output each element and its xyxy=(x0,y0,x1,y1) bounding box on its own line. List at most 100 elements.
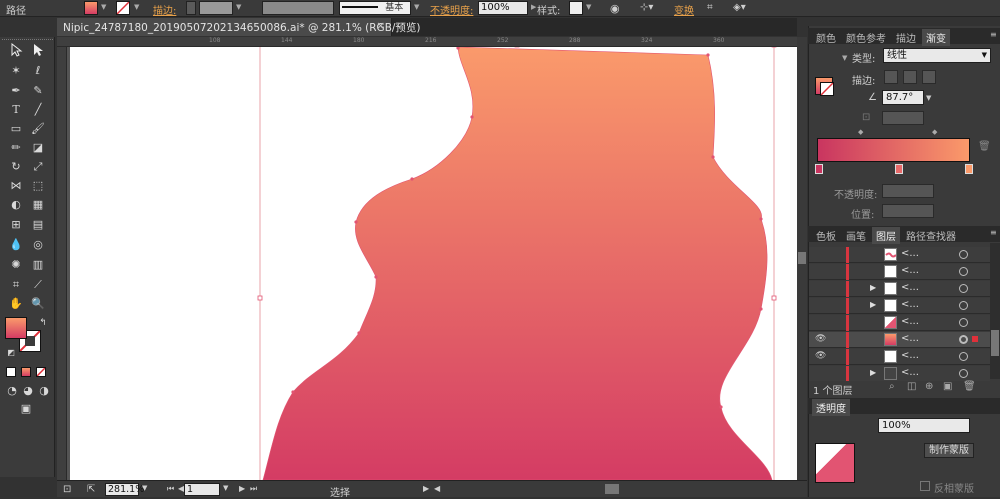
tab-transparency[interactable]: 透明度 xyxy=(812,399,850,416)
tab-brushes[interactable]: 画笔 xyxy=(842,227,870,244)
align-icon[interactable]: ⊹▾ xyxy=(640,2,653,13)
zoom-tool-icon[interactable]: 🔍 xyxy=(30,296,46,312)
gradient-stop-mid[interactable] xyxy=(895,164,903,174)
make-clip-mask-icon[interactable]: ◫ xyxy=(907,381,916,392)
panel-menu-icon[interactable]: ≡ xyxy=(986,29,1000,40)
visibility-eye-icon[interactable]: 👁 xyxy=(815,351,826,361)
export-icon[interactable]: ⇱ xyxy=(87,484,95,495)
opacity-field[interactable]: 100% xyxy=(478,1,528,15)
stroke-style-field[interactable]: 基本 xyxy=(339,1,411,15)
midpoint-diamond-icon[interactable]: ◆ xyxy=(858,128,863,136)
stroke-option-1-icon[interactable] xyxy=(884,70,898,84)
selection-indicator[interactable] xyxy=(972,336,978,342)
invert-mask-checkbox[interactable] xyxy=(920,481,930,491)
color-mode-icon[interactable] xyxy=(6,367,16,377)
tab-pathfinder[interactable]: 路径查找器 xyxy=(902,227,960,244)
stop-opacity-field[interactable] xyxy=(882,184,934,198)
perspective-grid-tool-icon[interactable]: ▦ xyxy=(30,197,46,213)
transform-link[interactable]: 变换 xyxy=(674,2,694,17)
shape-builder-tool-icon[interactable]: ◐ xyxy=(8,197,24,213)
new-layer-icon[interactable]: ▣ xyxy=(943,381,952,392)
tab-gradient[interactable]: 渐变 xyxy=(922,29,950,46)
delete-stop-icon[interactable]: 🗑 xyxy=(978,141,991,152)
slice-tool-icon[interactable]: ⟋ xyxy=(30,277,46,293)
tab-color[interactable]: 颜色 xyxy=(812,29,840,46)
target-icon[interactable] xyxy=(959,335,968,344)
gradient-stroke-swatch[interactable] xyxy=(820,82,834,96)
gradient-tool-icon[interactable]: ▤ xyxy=(30,217,46,233)
stroke-style-dropdown-icon[interactable]: ▼ xyxy=(414,3,420,13)
column-graph-tool-icon[interactable]: ▥ xyxy=(30,257,46,273)
isolate-icon[interactable]: ⌗ xyxy=(707,2,713,13)
eyedropper-tool-icon[interactable]: 💧 xyxy=(8,237,24,253)
layer-row[interactable]: 👁 <... xyxy=(809,349,990,365)
fill-color-box[interactable] xyxy=(5,317,27,339)
opacity-label[interactable]: 不透明度: xyxy=(430,2,473,17)
artboard-number-field[interactable]: 1 xyxy=(184,483,220,496)
stroke-weight-dropdown-icon[interactable]: ▼ xyxy=(236,3,242,13)
stroke-weight-field[interactable] xyxy=(199,1,233,15)
layer-name[interactable]: <... xyxy=(901,248,919,259)
target-icon[interactable] xyxy=(959,369,968,378)
scale-tool-icon[interactable]: ⤢ xyxy=(30,159,46,175)
none-mode-icon[interactable] xyxy=(36,367,46,377)
mesh-tool-icon[interactable]: ⊞ xyxy=(8,217,24,233)
gradient-stop-start[interactable] xyxy=(815,164,823,174)
graphic-style-swatch[interactable] xyxy=(569,1,583,15)
magic-wand-tool-icon[interactable]: ✶ xyxy=(8,63,24,79)
curvature-tool-icon[interactable]: ✎ xyxy=(30,83,46,99)
draw-inside-icon[interactable]: ◑ xyxy=(36,383,52,399)
stroke-option-3-icon[interactable] xyxy=(922,70,936,84)
layers-scrollbar[interactable] xyxy=(990,243,1000,379)
stop-location-field[interactable] xyxy=(882,204,934,218)
rotate-tool-icon[interactable]: ↻ xyxy=(8,159,24,175)
zoom-field[interactable]: 281.1% xyxy=(105,483,144,496)
tab-swatches[interactable]: 色板 xyxy=(812,227,840,244)
artboard-nav-icon[interactable]: ⊡ xyxy=(63,484,71,495)
expand-triangle-icon[interactable]: ▶ xyxy=(870,300,876,309)
lasso-tool-icon[interactable]: ℓ xyxy=(30,63,46,79)
direct-selection-tool-icon[interactable] xyxy=(30,43,46,59)
gradient-slider-bar[interactable] xyxy=(817,138,970,162)
vertical-scroll-thumb[interactable] xyxy=(798,252,806,264)
last-artboard-icon[interactable]: ⏭ xyxy=(250,484,257,494)
fill-dropdown-icon[interactable]: ▼ xyxy=(101,3,107,13)
first-artboard-icon[interactable]: ⏮ xyxy=(167,484,174,494)
layer-name[interactable]: <... xyxy=(901,333,919,344)
default-colors-icon[interactable]: ◩ xyxy=(3,345,19,361)
pen-tool-icon[interactable]: ✒ xyxy=(8,83,24,99)
free-transform-tool-icon[interactable]: ⬚ xyxy=(30,178,46,194)
close-tab-icon[interactable]: × xyxy=(376,20,385,32)
horizontal-scroll-thumb[interactable] xyxy=(605,484,619,494)
line-tool-icon[interactable]: ╱ xyxy=(30,102,46,118)
tab-layers[interactable]: 图层 xyxy=(872,227,900,244)
target-icon[interactable] xyxy=(959,267,968,276)
paintbrush-tool-icon[interactable]: 🖌 xyxy=(30,121,46,137)
stroke-swatch[interactable] xyxy=(116,1,130,15)
eraser-tool-icon[interactable]: ◪ xyxy=(30,140,46,156)
layer-row[interactable]: <... xyxy=(809,247,990,263)
panel-menu-icon[interactable]: ≡ xyxy=(986,227,1000,238)
draw-behind-icon[interactable]: ◕ xyxy=(20,383,36,399)
transparency-opacity-field[interactable]: 100% xyxy=(878,418,970,433)
target-icon[interactable] xyxy=(959,250,968,259)
layer-name[interactable]: <... xyxy=(901,316,919,327)
layer-name[interactable]: <... xyxy=(901,367,919,378)
layer-name[interactable]: <... xyxy=(901,350,919,361)
style-dropdown-icon[interactable]: ▼ xyxy=(586,3,592,13)
layer-name[interactable]: <... xyxy=(901,282,919,293)
target-icon[interactable] xyxy=(959,284,968,293)
gradient-stop-end[interactable] xyxy=(965,164,973,174)
rectangle-tool-icon[interactable]: ▭ xyxy=(8,121,24,137)
tab-stroke[interactable]: 描边 xyxy=(892,29,920,46)
stroke-dropdown-icon[interactable]: ▼ xyxy=(134,3,140,13)
new-sublayer-icon[interactable]: ⊕ xyxy=(925,381,933,392)
delete-layer-icon[interactable]: 🗑 xyxy=(963,381,976,392)
aspect-ratio-field[interactable] xyxy=(882,111,924,125)
gradient-wave-shape[interactable] xyxy=(262,47,773,480)
layer-row[interactable]: ▶ <... xyxy=(809,298,990,314)
visibility-eye-icon[interactable]: 👁 xyxy=(815,334,826,344)
width-tool-icon[interactable]: ⋈ xyxy=(8,178,24,194)
layer-name[interactable]: <... xyxy=(901,299,919,310)
gradient-angle-field[interactable]: 87.7° xyxy=(882,90,924,105)
